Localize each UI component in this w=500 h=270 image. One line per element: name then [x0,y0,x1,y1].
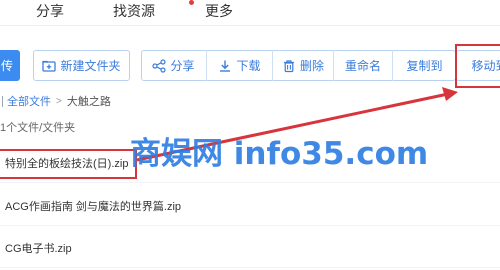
watermark: 商娱网 info35.com [130,136,429,172]
